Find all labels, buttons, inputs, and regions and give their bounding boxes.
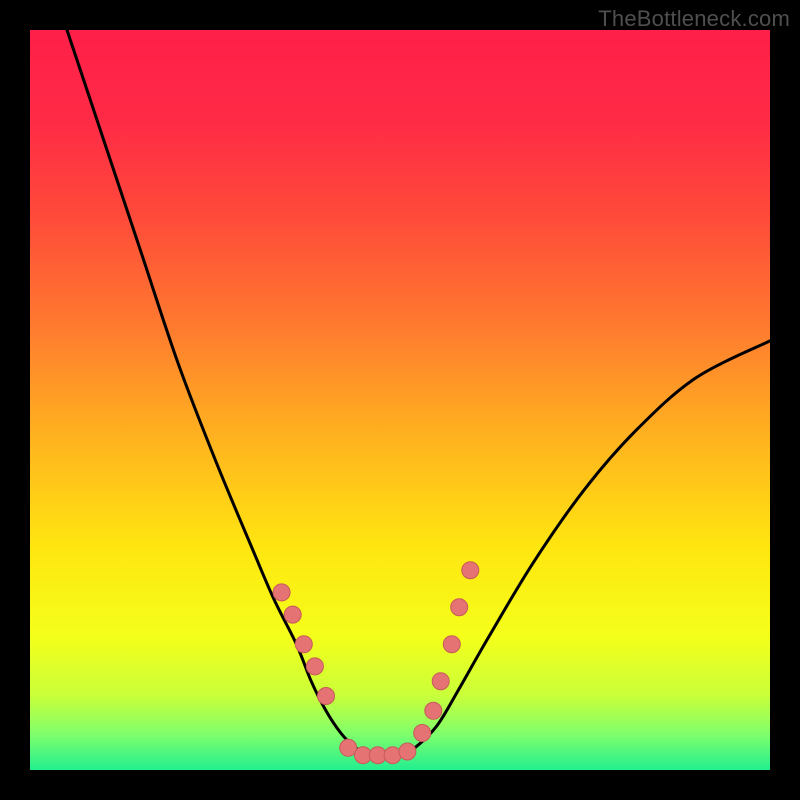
sample-dot [273,584,290,601]
sample-dot [414,725,431,742]
sample-dot [399,743,416,760]
chart-plot [30,30,770,770]
watermark-text: TheBottleneck.com [598,6,790,32]
sample-dot [306,658,323,675]
sample-dot [318,688,335,705]
chart-frame [30,30,770,770]
sample-dot [443,636,460,653]
sample-dot [462,562,479,579]
sample-dot [451,599,468,616]
sample-dot [425,702,442,719]
bottleneck-curve [67,30,770,756]
sample-dot [384,747,401,764]
sample-dot [295,636,312,653]
sample-dot [284,606,301,623]
sample-dot [432,673,449,690]
